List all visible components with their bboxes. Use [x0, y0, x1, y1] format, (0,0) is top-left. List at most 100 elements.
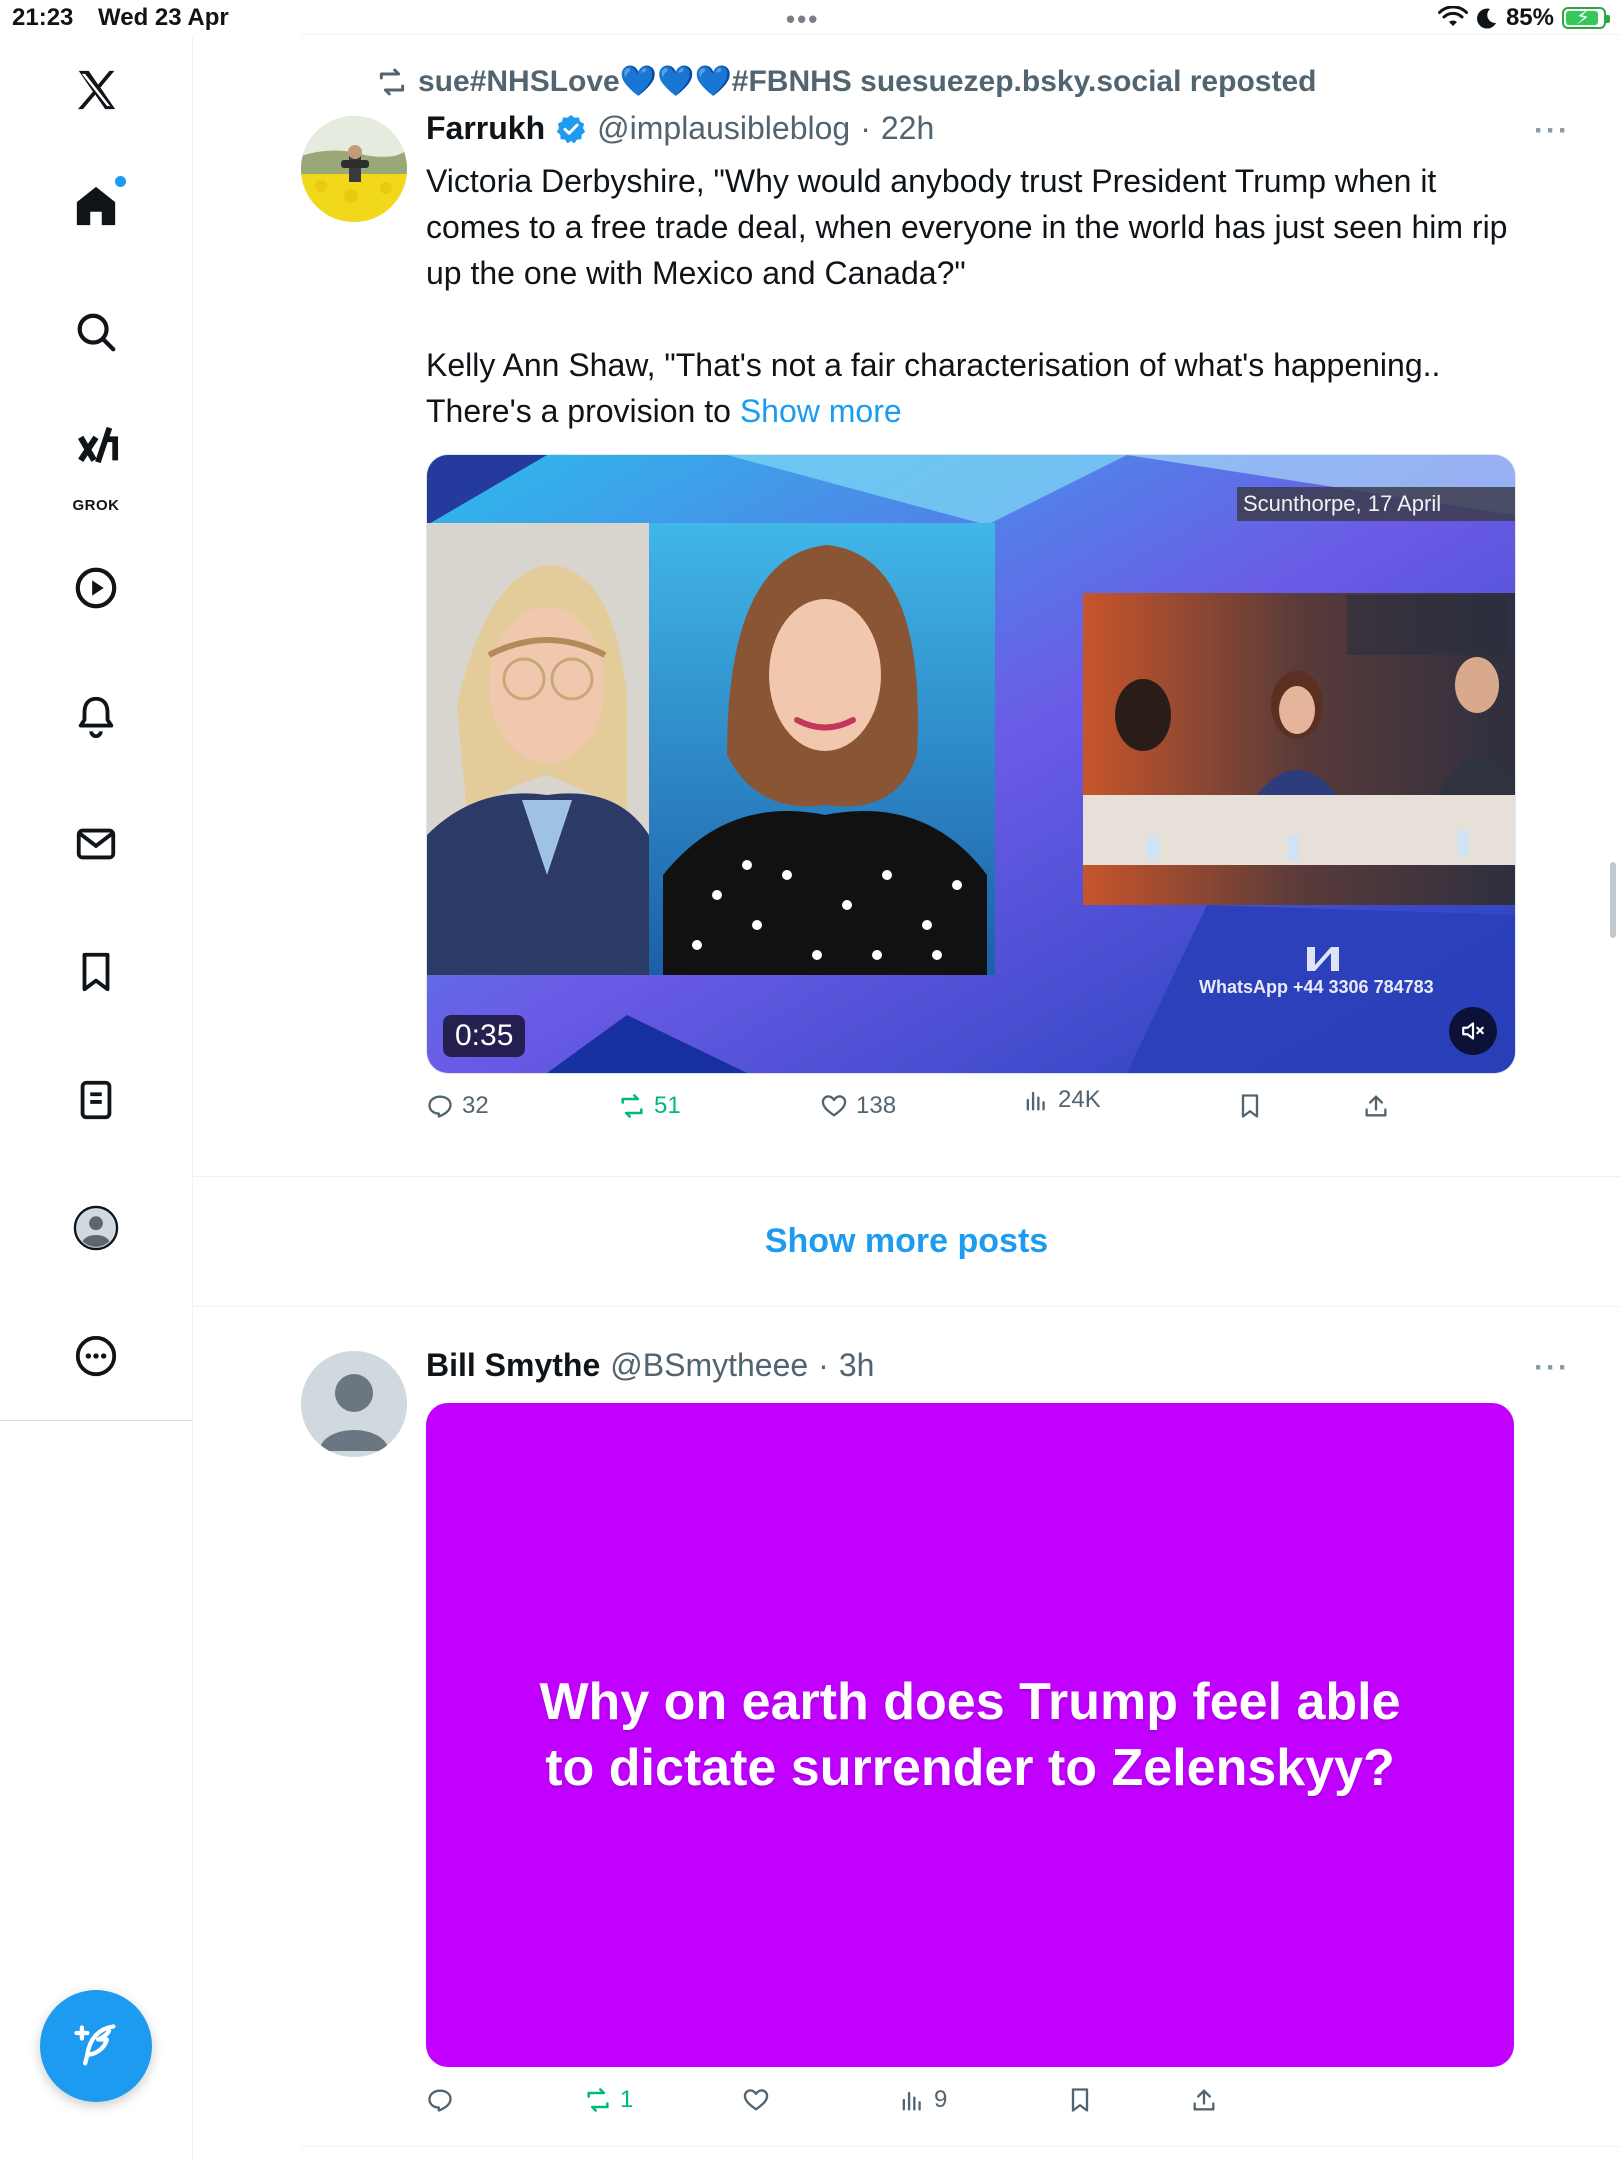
verified-badge-icon [555, 113, 587, 145]
sidebar-item-videos[interactable] [56, 548, 136, 628]
post-time[interactable]: 3h [839, 1347, 875, 1384]
repost-count: 51 [654, 1092, 681, 1119]
compose-feather-icon [74, 2024, 116, 2066]
separator: · [818, 1347, 829, 1383]
bell-icon [78, 696, 114, 738]
image-card-text: Why on earth does Trump feel able to dic… [539, 1673, 1401, 1797]
post-actions: 1 9 [426, 2086, 1526, 2130]
mute-button[interactable] [1449, 1007, 1497, 1055]
image-card[interactable]: Why on earth does Trump feel able to dic… [426, 1403, 1514, 2067]
play-circle-icon [75, 567, 117, 609]
sidebar-item-lists[interactable] [56, 1060, 136, 1140]
bookmark-button[interactable] [1066, 2086, 1094, 2114]
post-more-button[interactable]: ··· [1534, 1351, 1570, 1385]
battery-percent: 85% [1505, 4, 1554, 31]
moon-icon [1476, 8, 1496, 29]
video-whatsapp-overlay: WhatsApp +44 3306 784783 [1199, 977, 1434, 997]
post-header: Farrukh @implausibleblog · 22h [426, 110, 934, 147]
repost-banner-text: sue#NHSLove💙💙💙#FBNHS suesuezep.bsky.soci… [418, 65, 1317, 98]
bookmark-icon [1241, 1094, 1259, 1118]
repost-icon [379, 68, 405, 95]
like-count: 138 [856, 1092, 897, 1119]
more-circle-icon [75, 1335, 117, 1377]
share-button[interactable] [1190, 2086, 1218, 2114]
sidebar-item-bookmarks[interactable] [56, 932, 136, 1012]
avatar-farrukh[interactable] [301, 116, 407, 222]
repost-icon [621, 1094, 643, 1118]
search-icon [77, 313, 116, 352]
sidebar-item-explore[interactable] [56, 292, 136, 372]
separator: · [860, 110, 871, 146]
heart-icon [821, 1095, 847, 1117]
video-location-overlay: Scunthorpe, 17 April [1243, 491, 1442, 516]
bar-chart-icon [1026, 1091, 1045, 1111]
post-text-paragraph-2-text: Kelly Ann Shaw, "That's not a fair chara… [426, 347, 1441, 429]
avatar-image [301, 116, 407, 222]
sidebar-item-notifications[interactable] [56, 676, 136, 756]
repost-banner[interactable]: sue#NHSLove💙💙💙#FBNHS suesuezep.bsky.soci… [376, 64, 1316, 99]
like-button[interactable] [742, 2086, 778, 2114]
reply-icon [428, 1095, 452, 1118]
sidebar-item-profile[interactable] [56, 1188, 136, 1268]
post-header: Bill Smythe @BSmytheee · 3h [426, 1347, 874, 1384]
author-name[interactable]: Farrukh [426, 110, 545, 147]
repost-button[interactable]: 1 [584, 2086, 633, 2114]
x-logo-icon-glyph [77, 70, 116, 110]
divider [301, 2146, 1620, 2147]
list-doc-icon [80, 1080, 112, 1120]
bookmark-icon [82, 952, 110, 992]
sidebar-item-more[interactable] [56, 1316, 136, 1396]
share-icon [1193, 2089, 1215, 2111]
author-handle[interactable]: @BSmytheee [610, 1347, 808, 1384]
show-more-link[interactable]: Show more [740, 393, 902, 429]
bar-chart-icon [902, 2091, 921, 2111]
view-count: 24K [1058, 1086, 1101, 1113]
post-more-button[interactable]: ··· [1534, 114, 1570, 148]
video-duration: 0:35 [443, 1015, 526, 1057]
default-avatar-icon [301, 1351, 407, 1457]
show-more-posts-button[interactable]: Show more posts [193, 1176, 1620, 1306]
sidebar-item-messages[interactable] [56, 804, 136, 884]
post-farrukh[interactable]: sue#NHSLove💙💙💙#FBNHS suesuezep.bsky.soci… [193, 0, 1620, 1176]
bookmark-icon [1071, 2088, 1089, 2112]
bookmark-button[interactable] [1236, 1092, 1264, 1120]
grok-label: GROK [72, 497, 120, 514]
battery-charging-icon: ⚡ [1562, 7, 1610, 29]
scrollbar[interactable] [1610, 862, 1616, 938]
like-button[interactable]: 138 [820, 1092, 896, 1120]
author-name[interactable]: Bill Smythe [426, 1347, 600, 1384]
reply-button[interactable] [426, 2086, 462, 2114]
home-icon [76, 186, 116, 226]
post-text-paragraph-1: Victoria Derbyshire, "Why would anybody … [426, 163, 1508, 291]
sidebar: GROK [0, 36, 193, 1421]
views-button[interactable]: 24K [1022, 1086, 1101, 1114]
repost-icon [587, 2088, 609, 2112]
repost-button[interactable]: 51 [618, 1092, 681, 1120]
share-button[interactable] [1362, 1092, 1390, 1120]
compose-button[interactable] [40, 1990, 152, 2102]
speaker-muted-icon [1462, 1022, 1484, 1040]
post-time[interactable]: 22h [881, 110, 934, 147]
repost-count: 1 [620, 2086, 634, 2113]
view-count: 9 [934, 2086, 948, 2113]
avatar-bill-smythe[interactable] [301, 1351, 407, 1457]
post-text-paragraph-2: Kelly Ann Shaw, "That's not a fair chara… [426, 342, 1516, 434]
reply-button[interactable]: 32 [426, 1092, 489, 1120]
status-date: Wed 23 Apr [98, 4, 229, 31]
multitask-dots[interactable]: ••• [786, 4, 819, 35]
grok-icon [78, 426, 119, 464]
author-handle[interactable]: @implausibleblog [597, 110, 850, 147]
status-time: 21:23 [12, 4, 74, 31]
sidebar-item-home[interactable] [56, 166, 136, 246]
reply-icon [428, 2089, 452, 2112]
wifi-icon [1437, 6, 1468, 26]
x-logo-icon[interactable] [56, 50, 136, 130]
sidebar-item-grok[interactable]: GROK [56, 416, 136, 516]
views-button[interactable]: 9 [898, 2086, 947, 2114]
post-text: Victoria Derbyshire, "Why would anybody … [426, 158, 1516, 434]
reply-count: 32 [462, 1092, 489, 1119]
video-player[interactable]: Scunthorpe, 17 April WhatsApp +44 3306 7… [426, 454, 1516, 1074]
share-icon [1365, 1095, 1387, 1117]
post-actions: 32 51 138 24K [426, 1086, 1526, 1136]
